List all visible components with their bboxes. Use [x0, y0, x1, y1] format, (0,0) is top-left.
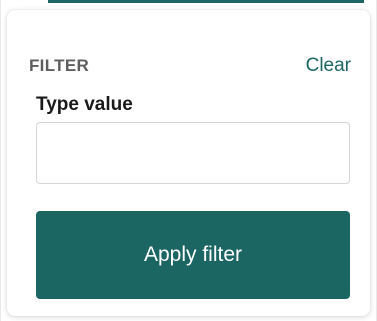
top-accent-bar [48, 0, 364, 3]
value-field-label: Type value [36, 94, 133, 115]
filter-value-input[interactable] [36, 122, 350, 184]
apply-filter-button[interactable]: Apply filter [36, 211, 350, 299]
filter-title: FILTER [29, 56, 90, 75]
clear-filter-link[interactable]: Clear [306, 54, 351, 78]
filter-header: FILTER Clear [29, 54, 351, 78]
left-edge-divider [0, 0, 1, 321]
